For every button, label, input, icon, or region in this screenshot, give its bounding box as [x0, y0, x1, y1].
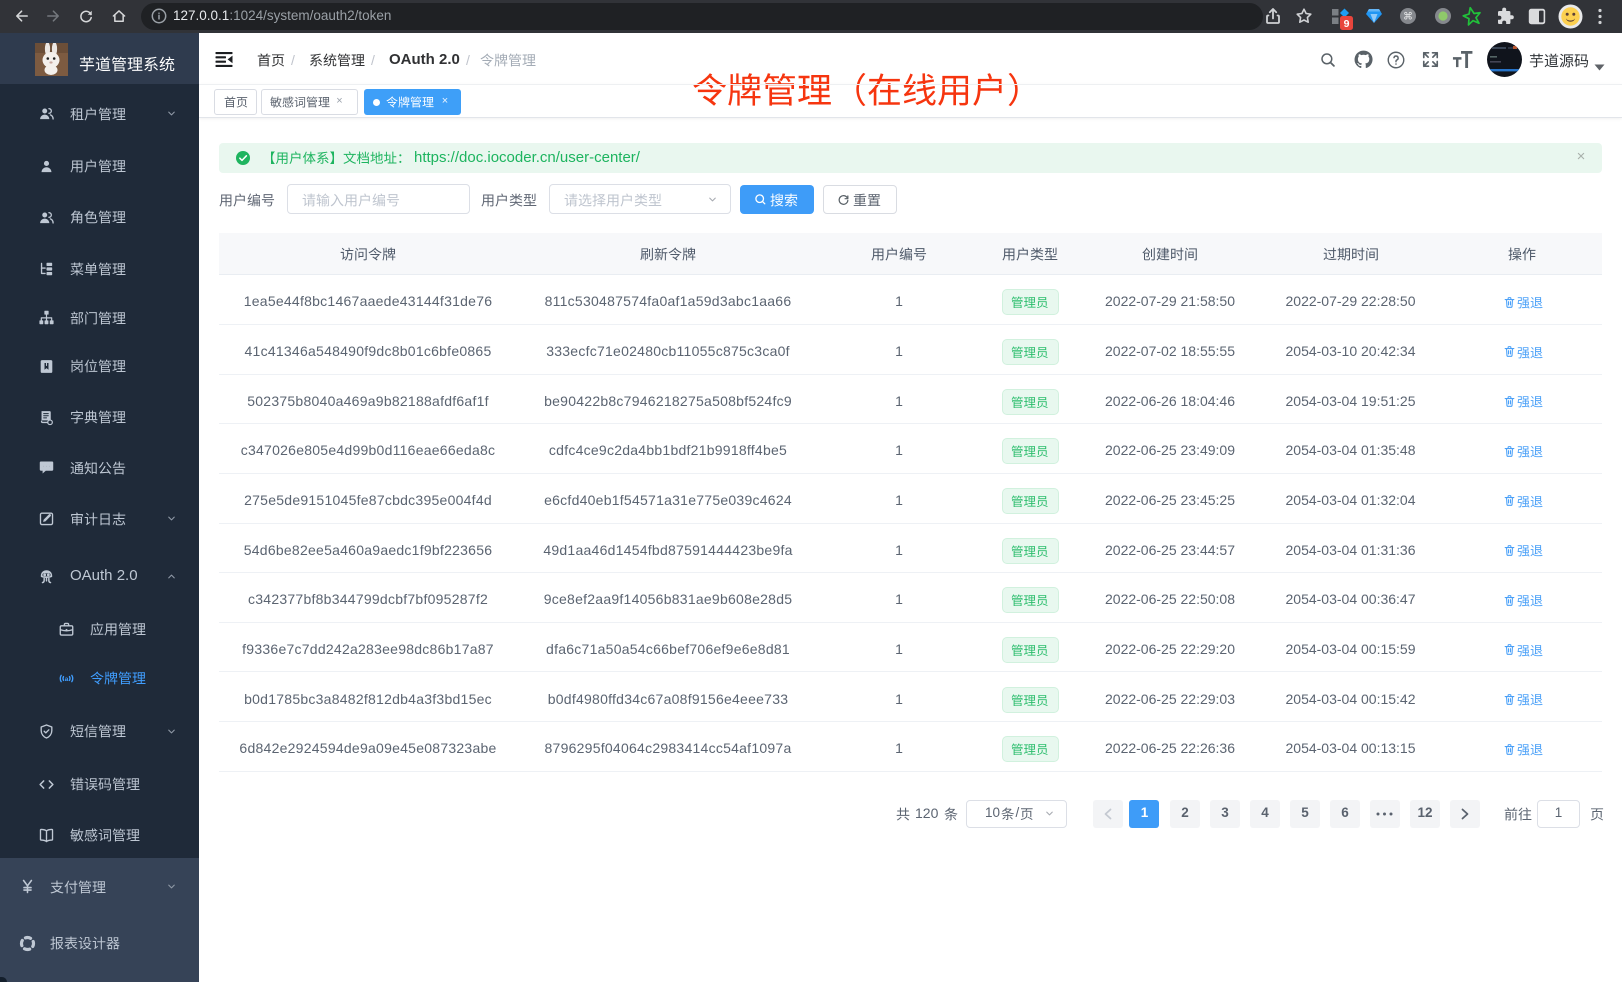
svg-text:⌘: ⌘: [1403, 12, 1413, 23]
svg-text:9: 9: [1344, 18, 1350, 30]
svg-text:a: a: [64, 676, 68, 683]
